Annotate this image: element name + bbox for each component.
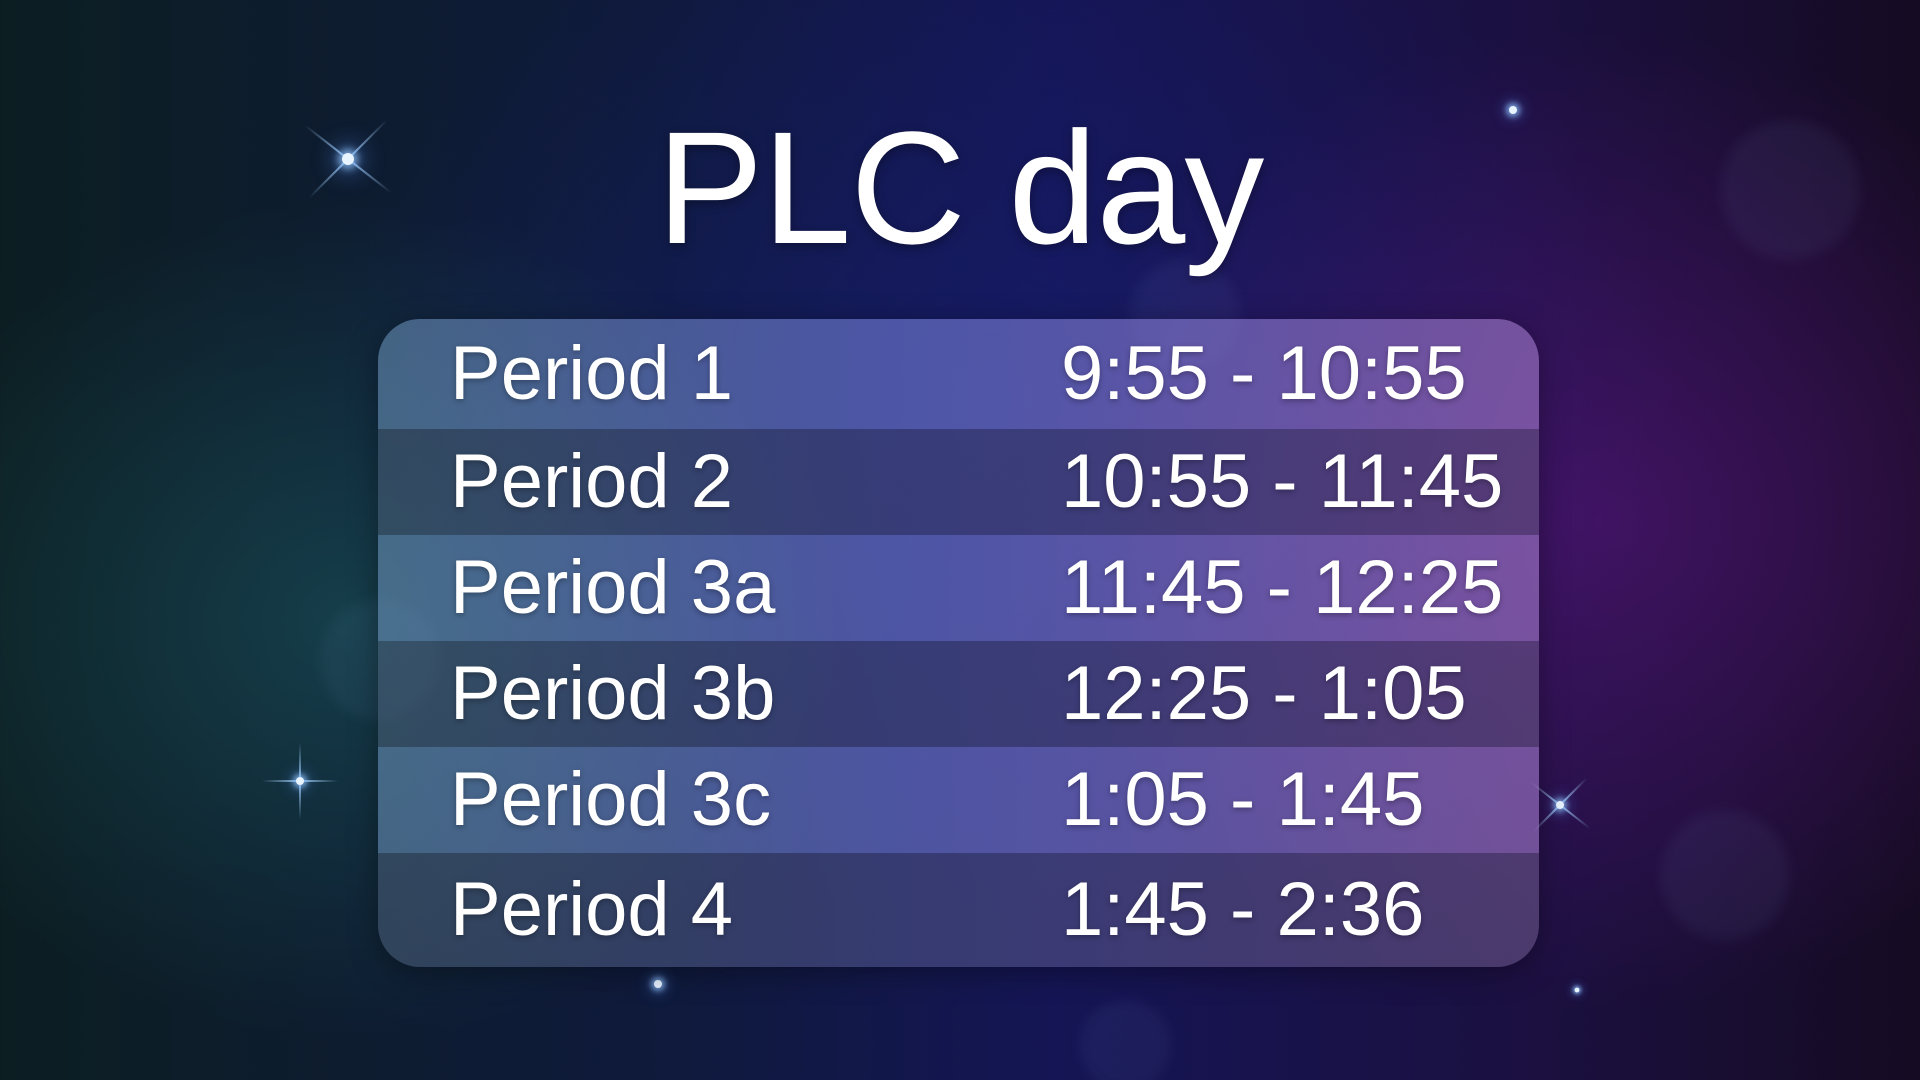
period-name: Period 2 — [450, 439, 734, 524]
period-time: 9:55 - 10:55 — [1061, 331, 1467, 416]
bokeh-light — [1660, 810, 1790, 940]
schedule-row: Period 3b 12:25 - 1:05 — [378, 641, 1539, 747]
schedule-row: Period 2 10:55 - 11:45 — [378, 429, 1539, 535]
period-name: Period 3b — [450, 651, 776, 736]
bokeh-light — [1080, 1000, 1170, 1080]
period-time: 11:45 - 12:25 — [1061, 545, 1504, 630]
schedule-row: Period 3a 11:45 - 12:25 — [378, 535, 1539, 641]
period-time: 12:25 - 1:05 — [1061, 651, 1467, 736]
page-title: PLC day — [656, 98, 1265, 277]
schedule-row: Period 1 9:55 - 10:55 — [378, 319, 1539, 429]
period-time: 1:05 - 1:45 — [1061, 757, 1425, 842]
schedule-row: Period 3c 1:05 - 1:45 — [378, 747, 1539, 853]
schedule-row: Period 4 1:45 - 2:36 — [378, 853, 1539, 967]
period-time: 1:45 - 2:36 — [1061, 867, 1425, 952]
period-name: Period 3a — [450, 545, 776, 630]
period-name: Period 4 — [450, 867, 734, 952]
period-time: 10:55 - 11:45 — [1061, 439, 1504, 524]
schedule-table: Period 1 9:55 - 10:55 Period 2 10:55 - 1… — [378, 319, 1539, 967]
period-name: Period 3c — [450, 757, 772, 842]
period-name: Period 1 — [450, 331, 734, 416]
